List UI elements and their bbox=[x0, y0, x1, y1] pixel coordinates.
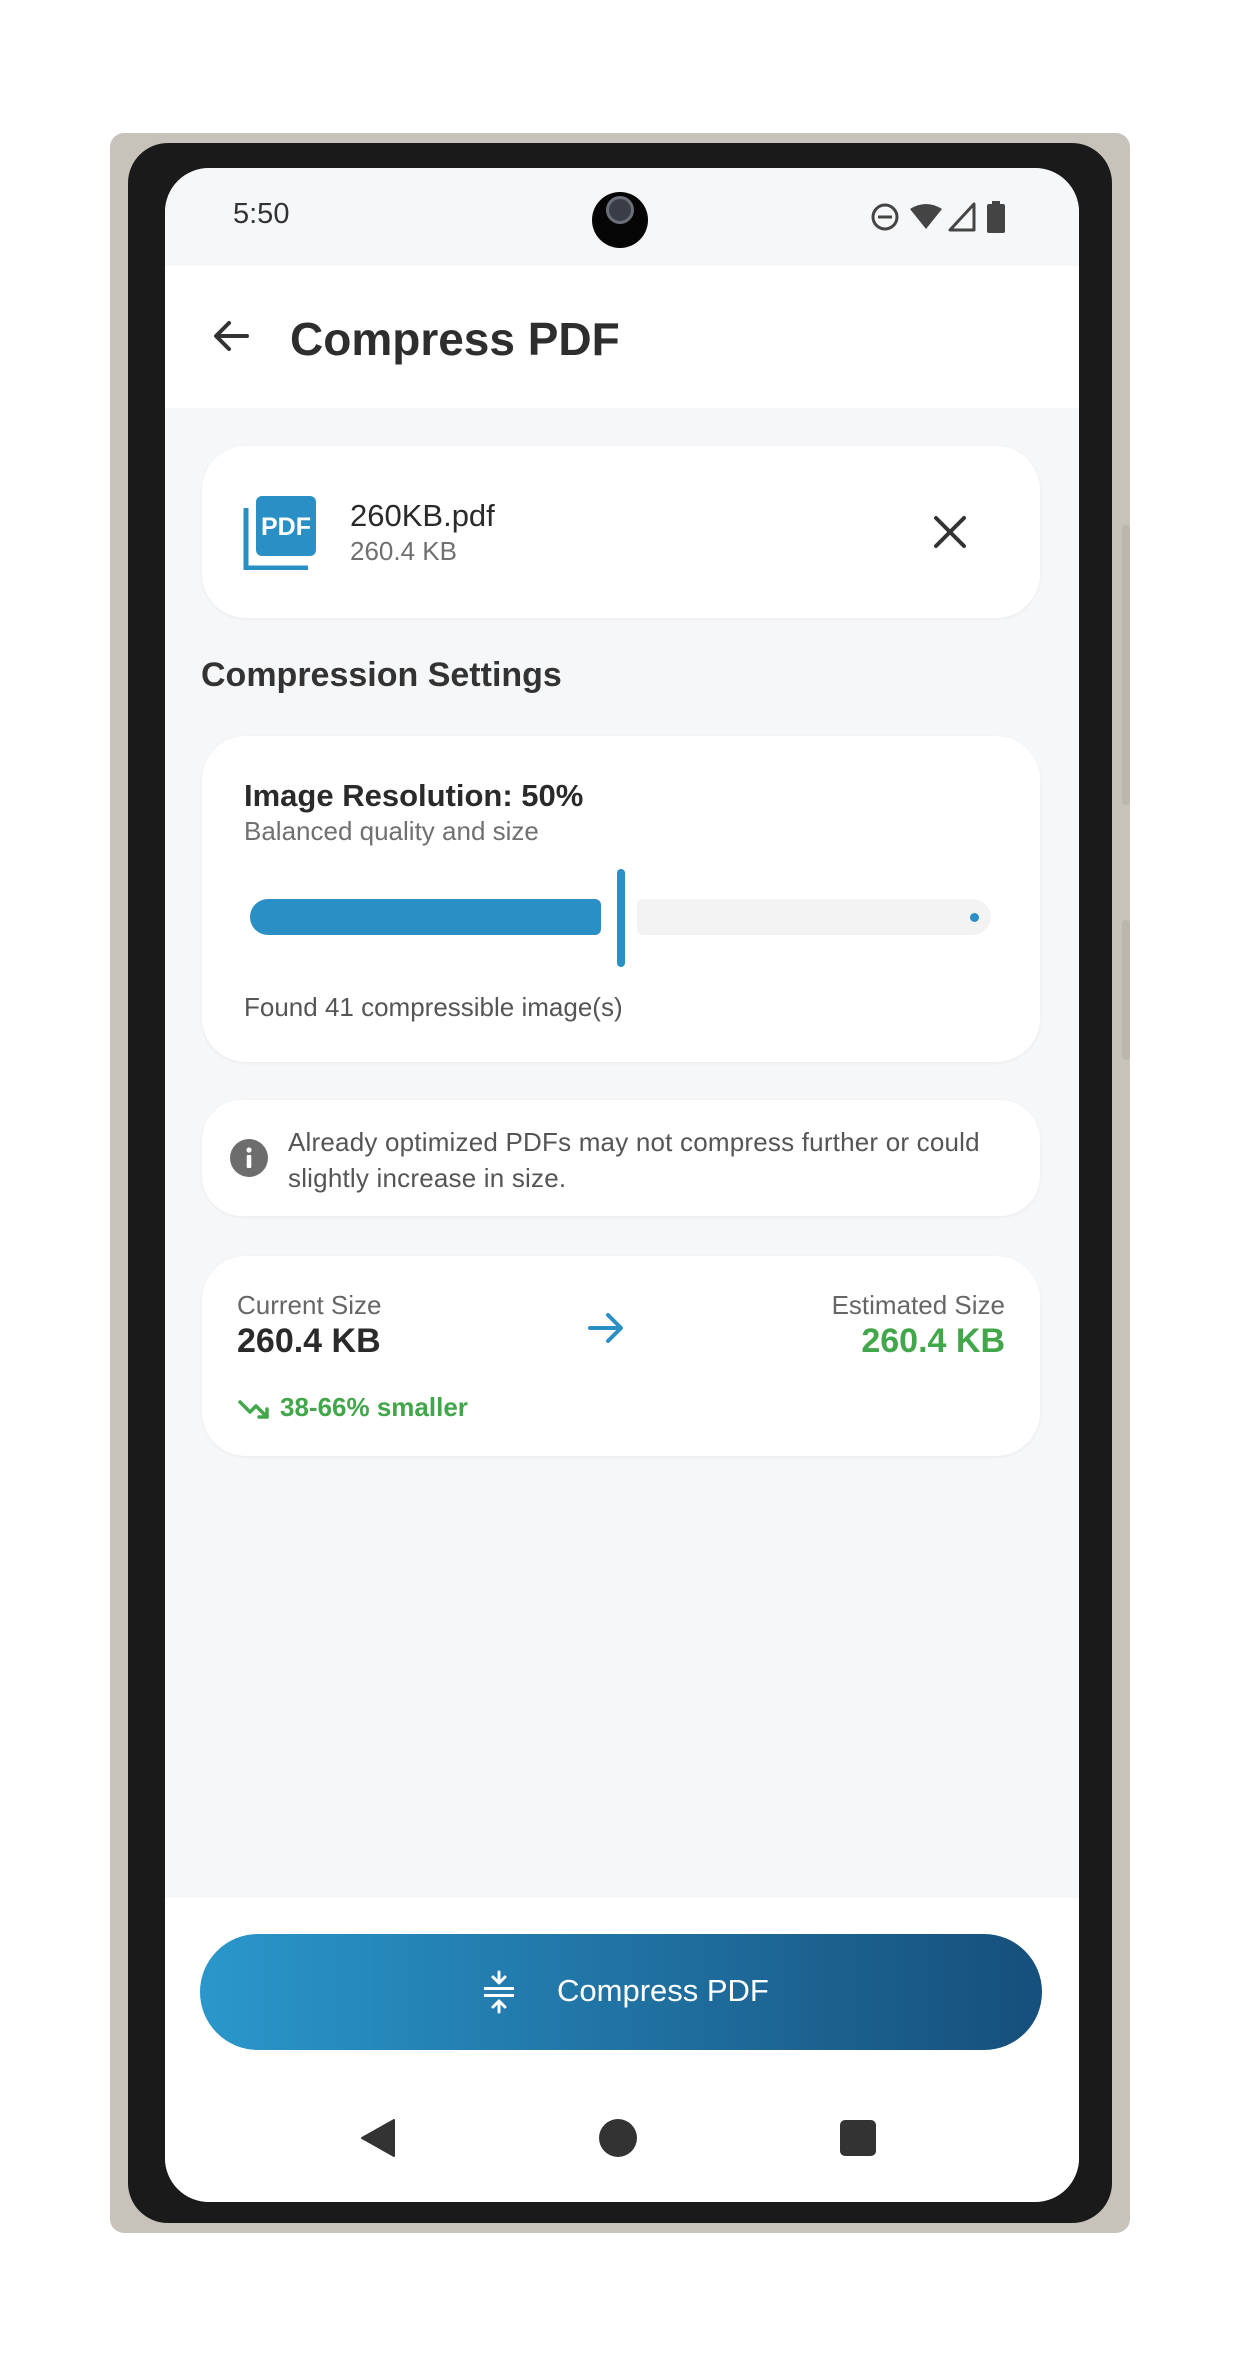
slider-active-track[interactable] bbox=[250, 899, 601, 935]
nav-recents-icon[interactable] bbox=[840, 2120, 876, 2156]
current-size-label: Current Size bbox=[237, 1290, 382, 1320]
wifi-icon bbox=[910, 204, 942, 229]
power-button bbox=[1122, 920, 1130, 1060]
reduction-text: 38-66% smaller bbox=[280, 1392, 468, 1422]
estimated-size-value: 260.4 KB bbox=[861, 1322, 1005, 1360]
info-card: Already optimized PDFs may not compress … bbox=[202, 1100, 1040, 1216]
nav-back-icon[interactable] bbox=[360, 2118, 396, 2158]
section-heading: Compression Settings bbox=[201, 656, 562, 694]
file-size: 260.4 KB bbox=[350, 536, 457, 566]
resolution-title: Image Resolution: 50% bbox=[244, 778, 584, 813]
size-comparison-card: Current Size 260.4 KB Estimated Size 260… bbox=[202, 1256, 1040, 1456]
compress-pdf-button[interactable]: Compress PDF bbox=[200, 1934, 1042, 2050]
page-title: Compress PDF bbox=[290, 313, 620, 365]
trending-down-icon bbox=[238, 1400, 269, 1419]
signal-icon bbox=[948, 202, 976, 232]
arrow-forward-icon bbox=[588, 1313, 623, 1343]
pdf-icon-text: PDF bbox=[261, 513, 311, 541]
resolution-card: Image Resolution: 50% Balanced quality a… bbox=[202, 736, 1040, 1062]
screen: 5:50 Compress PDF PDF 260KB.pdf 260.4 KB… bbox=[165, 168, 1079, 2202]
close-icon[interactable] bbox=[922, 504, 978, 560]
arrow-back-icon[interactable] bbox=[203, 308, 259, 364]
volume-button bbox=[1122, 525, 1130, 805]
bottom-action-area: Compress PDF bbox=[165, 1898, 1079, 2202]
compress-icon bbox=[484, 1970, 514, 2014]
slider-inactive-track[interactable] bbox=[636, 899, 991, 935]
file-card: PDF 260KB.pdf 260.4 KB bbox=[202, 446, 1040, 618]
app-bar: Compress PDF bbox=[165, 266, 1079, 408]
resolution-subtitle: Balanced quality and size bbox=[244, 816, 539, 846]
do-not-disturb-icon bbox=[871, 203, 899, 231]
found-images-text: Found 41 compressible image(s) bbox=[244, 992, 623, 1022]
battery-icon bbox=[987, 201, 1005, 233]
info-icon bbox=[230, 1139, 268, 1177]
status-time: 5:50 bbox=[233, 198, 290, 230]
estimated-size-label: Estimated Size bbox=[831, 1290, 1005, 1320]
pdf-file-icon: PDF bbox=[243, 496, 316, 570]
compress-button-label: Compress PDF bbox=[557, 1973, 769, 2008]
slider-thumb[interactable] bbox=[616, 869, 625, 967]
camera-lens bbox=[606, 196, 634, 224]
info-text: Already optimized PDFs may not compress … bbox=[288, 1127, 980, 1193]
slider-stop-indicator bbox=[970, 913, 979, 922]
nav-home-icon[interactable] bbox=[599, 2119, 637, 2157]
current-size-value: 260.4 KB bbox=[237, 1322, 381, 1360]
file-name: 260KB.pdf bbox=[350, 498, 495, 533]
status-bar: 5:50 bbox=[165, 168, 1079, 266]
